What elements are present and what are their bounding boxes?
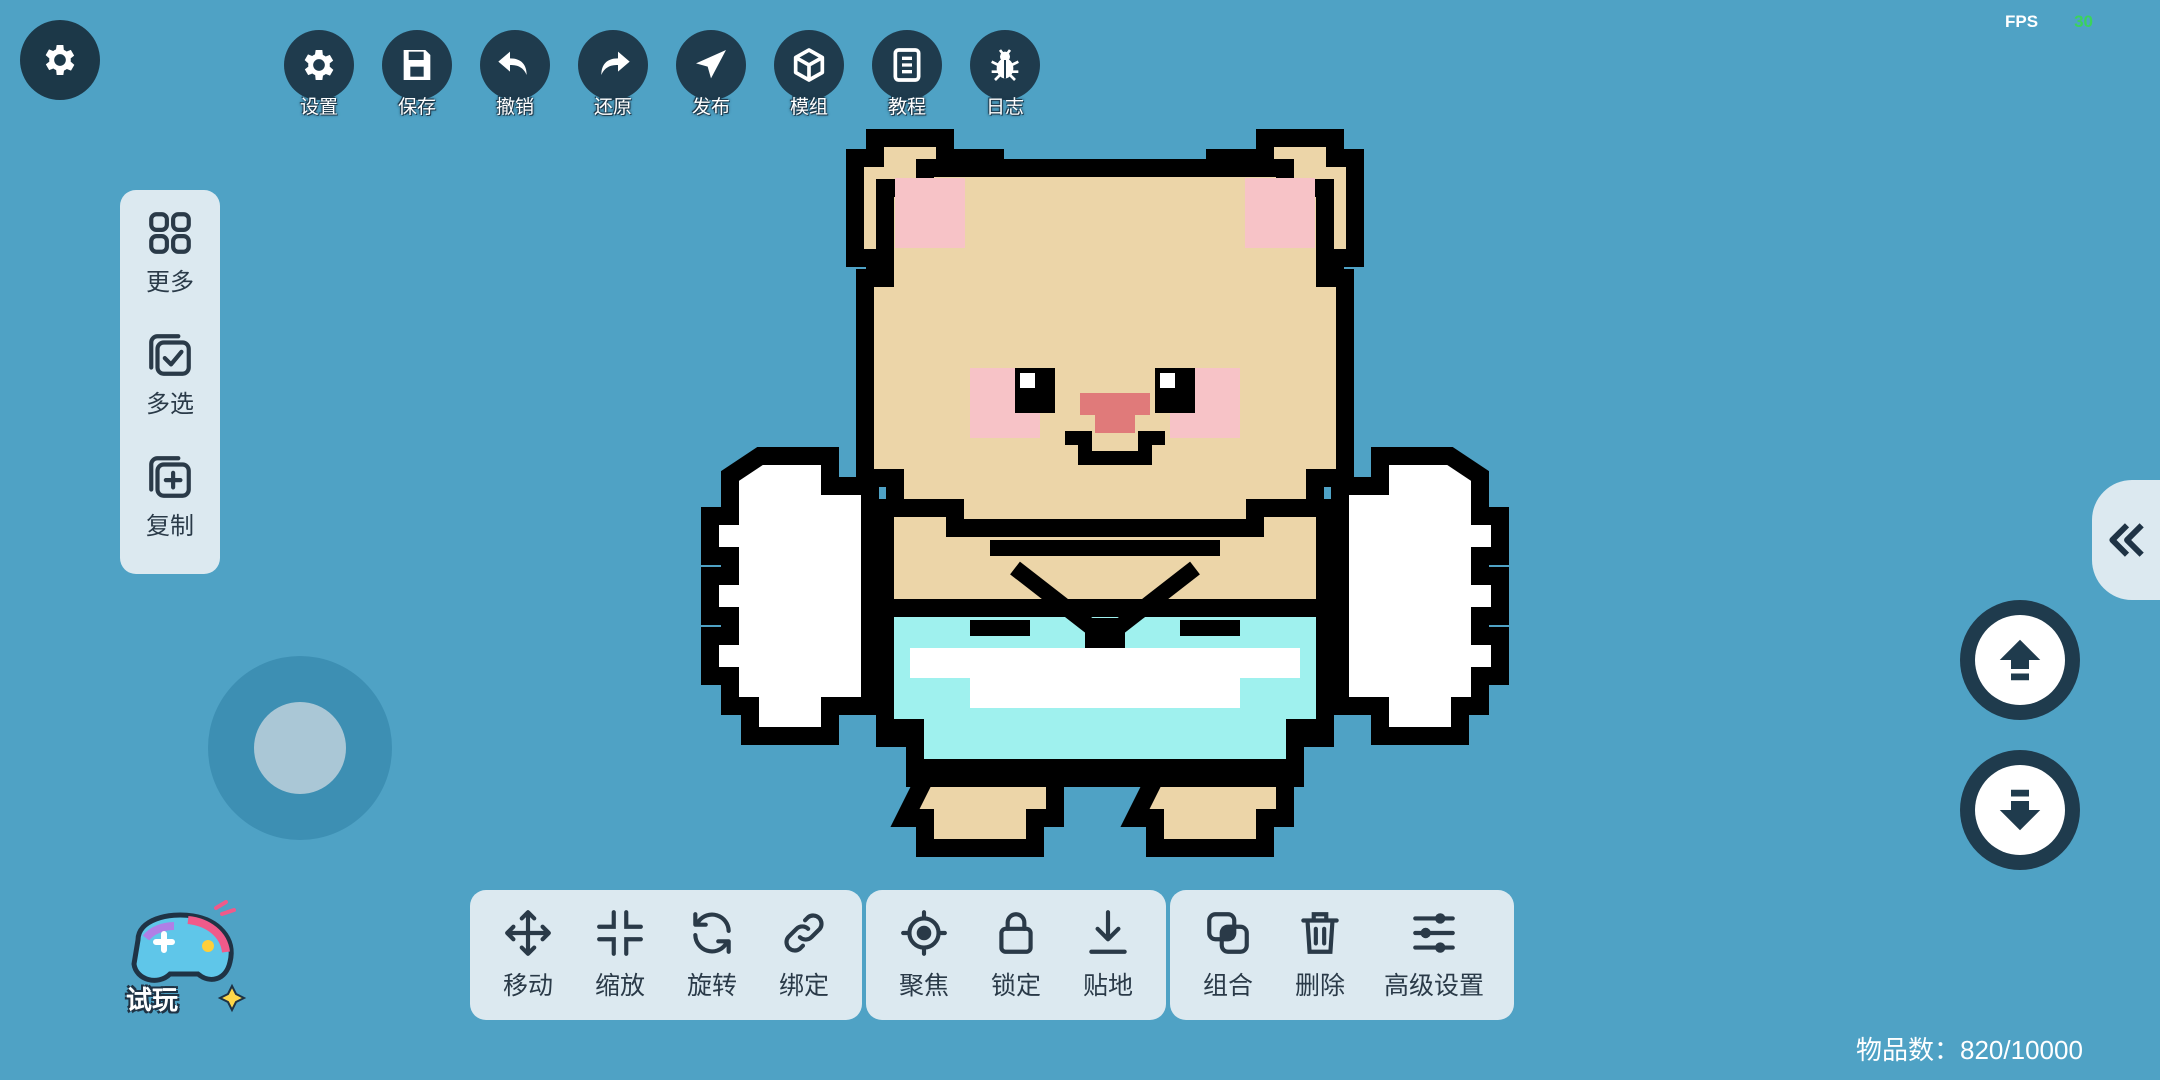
snap-ground-icon	[1089, 910, 1127, 954]
copy-button[interactable]: 复制	[145, 452, 195, 574]
scene-canvas[interactable]	[700, 128, 1510, 888]
save-button[interactable]: 保存	[368, 30, 466, 119]
module-button[interactable]: 模组	[760, 30, 858, 119]
save-icon	[403, 50, 431, 80]
fps-counter: FPS 30	[2005, 12, 2093, 32]
redo-icon	[601, 51, 630, 75]
collapse-panel-tab[interactable]	[2092, 480, 2160, 600]
fps-value: 30	[2074, 12, 2093, 31]
settings-label: 设置	[299, 96, 338, 118]
publish-button[interactable]: 发布	[662, 30, 760, 119]
delete-label: 删除	[1294, 971, 1345, 1000]
tutorial-label: 教程	[887, 96, 926, 118]
snap-ground-tool-button[interactable]: 贴地	[1062, 908, 1154, 1002]
focus-icon	[901, 910, 947, 956]
focus-label: 聚焦	[898, 971, 949, 1000]
advanced-settings-label: 高级设置	[1383, 971, 1484, 1000]
undo-label: 撤销	[495, 96, 534, 118]
top-toolbar: 设置 保存 撤销 还原 发布 模组 教程 日志	[270, 30, 1054, 119]
gear-icon	[45, 45, 75, 75]
undo-button[interactable]: 撤销	[466, 30, 564, 119]
paper-plane-icon	[696, 50, 726, 79]
try-play-label: 试玩	[126, 986, 179, 1016]
rotate-icon	[693, 912, 731, 954]
module-label: 模组	[789, 96, 828, 118]
settings-button[interactable]: 设置	[270, 30, 368, 119]
gear-icon	[304, 50, 334, 80]
tutorial-button[interactable]: 教程	[858, 30, 956, 119]
more-label: 更多	[146, 268, 194, 296]
arrow-up-icon	[1999, 639, 2041, 681]
more-button[interactable]: 更多	[145, 208, 195, 330]
advanced-settings-button[interactable]: 高级设置	[1366, 908, 1502, 1002]
redo-button[interactable]: 还原	[564, 30, 662, 119]
move-label: 移动	[502, 971, 553, 1000]
scale-tool-button[interactable]: 缩放	[574, 908, 666, 1002]
transform-group: 移动 缩放 旋转 绑定	[470, 890, 862, 1020]
group-icon	[1207, 912, 1249, 954]
left-foot	[890, 769, 1064, 857]
link-icon	[784, 913, 824, 953]
trash-icon	[1301, 912, 1339, 954]
group-tool-button[interactable]: 组合	[1182, 908, 1274, 1002]
copy-label: 复制	[146, 512, 194, 540]
focus-tool-button[interactable]: 聚焦	[878, 908, 970, 1002]
right-foot	[1120, 769, 1294, 857]
sliders-icon	[1413, 913, 1455, 953]
log-label: 日志	[985, 96, 1024, 118]
rotate-label: 旋转	[686, 971, 737, 1000]
pixel-angel-bear[interactable]	[700, 128, 1510, 888]
multi-select-label: 多选	[146, 390, 194, 418]
side-panel: 更多 多选 复制	[120, 190, 220, 574]
bind-tool-button[interactable]: 绑定	[758, 908, 850, 1002]
move-icon	[505, 910, 551, 956]
publish-label: 发布	[691, 96, 730, 118]
position-group: 聚焦 锁定 贴地	[866, 890, 1166, 1020]
left-wing	[701, 447, 879, 745]
delete-tool-button[interactable]: 删除	[1274, 908, 1366, 1002]
joystick[interactable]	[208, 656, 392, 840]
arrow-down-icon	[1999, 789, 2041, 831]
save-label: 保存	[397, 96, 436, 118]
grid-icon	[149, 212, 191, 254]
edit-group: 组合 删除 高级设置	[1170, 890, 1514, 1020]
rotate-tool-button[interactable]: 旋转	[666, 908, 758, 1002]
copy-add-icon	[149, 456, 191, 498]
multi-select-icon	[149, 334, 191, 376]
right-wing	[1331, 447, 1509, 745]
multi-select-button[interactable]: 多选	[145, 330, 195, 452]
move-down-button[interactable]	[1960, 750, 2080, 870]
bug-icon	[991, 49, 1019, 81]
try-play-button[interactable]: 试玩	[118, 900, 248, 1020]
double-chevron-left-icon	[2109, 523, 2144, 557]
bottom-toolbar: 移动 缩放 旋转 绑定 聚焦 锁定 贴地 组合 删除 高级设置	[470, 890, 1514, 1020]
redo-label: 还原	[593, 96, 632, 118]
move-up-button[interactable]	[1960, 600, 2080, 720]
scale-label: 缩放	[594, 971, 645, 1000]
item-count: 物品数：820/10000	[1856, 1035, 2083, 1065]
undo-icon	[498, 51, 527, 75]
lock-tool-button[interactable]: 锁定	[970, 908, 1062, 1002]
group-label: 组合	[1202, 971, 1253, 1000]
lock-label: 锁定	[990, 971, 1041, 1000]
lock-icon	[999, 912, 1033, 954]
snap-ground-label: 贴地	[1082, 971, 1133, 1000]
cube-icon	[793, 48, 825, 82]
settings-gear-button[interactable]	[20, 20, 100, 100]
book-icon	[893, 48, 921, 82]
move-tool-button[interactable]: 移动	[482, 908, 574, 1002]
joystick-knob[interactable]	[254, 702, 346, 794]
fps-label: FPS	[2005, 12, 2039, 31]
log-button[interactable]: 日志	[956, 30, 1054, 119]
bind-label: 绑定	[778, 971, 829, 1000]
scale-icon	[597, 910, 643, 956]
